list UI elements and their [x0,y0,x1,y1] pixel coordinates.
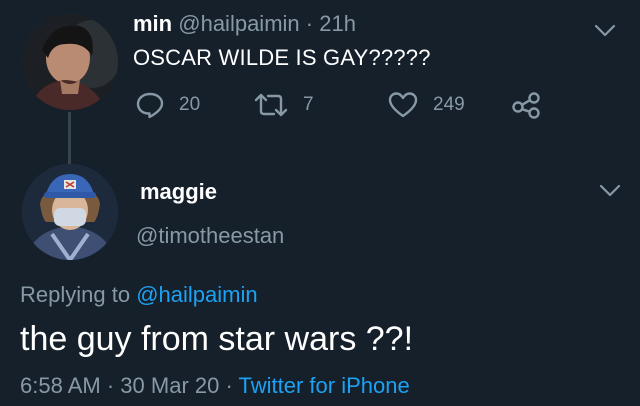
retweet-button[interactable]: 7 [253,90,314,120]
separator: · [225,373,233,398]
thread-line [68,112,71,164]
avatar[interactable] [22,164,118,260]
like-count: 249 [433,94,465,115]
chevron-down-icon[interactable] [594,24,616,38]
like-button[interactable]: 249 [387,90,465,120]
replying-to: Replying to @hailpaimin [20,281,258,309]
tweet-source-link[interactable]: Twitter for iPhone [239,373,410,398]
reply-icon [136,92,164,119]
handle[interactable]: @timotheestan [136,222,284,250]
display-name[interactable]: maggie [140,178,217,206]
heart-icon [388,92,418,118]
display-name[interactable]: min [133,11,172,36]
separator: · [106,373,115,398]
tweet-meta: 6:58 AM · 30 Mar 20 · Twitter for iPhone [20,372,410,400]
timestamp[interactable]: 21h [319,11,356,36]
avatar-photo [22,14,118,110]
handle[interactable]: @hailpaimin [178,11,299,36]
tweet-header: min @hailpaimin · 21h [133,10,356,38]
reply-count: 20 [179,94,201,115]
avatar[interactable] [22,14,118,110]
share-icon [512,92,540,119]
tweet-date[interactable]: 30 Mar 20 [120,373,219,398]
separator: · [305,11,314,36]
share-button[interactable] [511,90,541,120]
retweet-count: 7 [303,94,314,115]
tweet-text: the guy from star wars ??! [20,320,414,358]
tweet-text: OSCAR WILDE IS GAY????? [133,45,431,70]
tweet-time[interactable]: 6:58 AM [20,373,101,398]
retweet-icon [254,93,288,117]
reply-button[interactable]: 20 [135,90,200,120]
chevron-down-icon[interactable] [599,184,621,198]
replying-prefix: Replying to [20,282,131,307]
avatar-photo [22,164,118,260]
replying-to-link[interactable]: @hailpaimin [136,282,257,307]
